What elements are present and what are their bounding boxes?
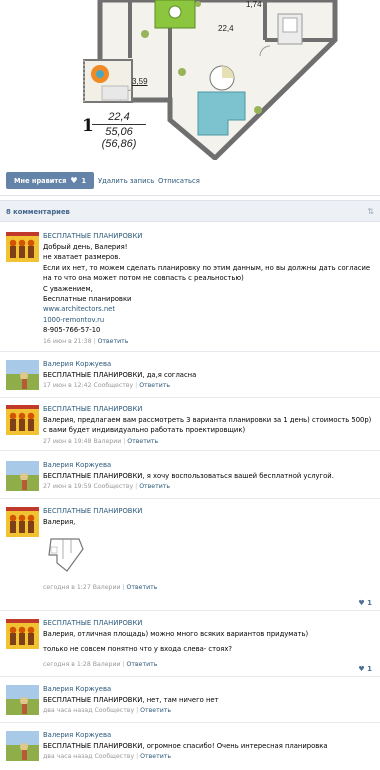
reply-link[interactable]: Ответить bbox=[140, 707, 171, 714]
comment-author[interactable]: БЕСПЛАТНЫЕ ПЛАНИРОВКИ bbox=[43, 619, 372, 628]
comment-item: Валерия Коржуева БЕСПЛАТНЫЕ ПЛАНИРОВКИ, … bbox=[0, 360, 380, 398]
avatar[interactable] bbox=[6, 360, 39, 390]
phone-number: 8-905-766-57-10 bbox=[43, 326, 101, 335]
floor-plan-image: 22,4 3,59 1,74 1 22,4 55,06 (56,86) bbox=[0, 0, 380, 160]
comment-date[interactable]: сегодня в 1:28 Валерии bbox=[43, 661, 121, 668]
comment-meta: два часа назад Сообществу | Ответить bbox=[43, 753, 171, 761]
comment-body: БЕСПЛАТНЫЕ ПЛАНИРОВКИ Валерия, отличная … bbox=[43, 619, 372, 669]
website-link[interactable]: www.architectors.net bbox=[43, 304, 372, 314]
comment-date[interactable]: 17 июн в 12:42 Сообществу bbox=[43, 382, 133, 389]
comment-date[interactable]: 16 июн в 21:38 bbox=[43, 338, 92, 345]
reply-link[interactable]: Ответить bbox=[127, 438, 158, 445]
avatar[interactable] bbox=[6, 405, 39, 435]
comment-line: Если их нет, то можем сделать планировку… bbox=[43, 263, 371, 283]
comment-date[interactable]: два часа назад Сообществу bbox=[43, 753, 134, 760]
sort-icon[interactable]: ⇅ bbox=[367, 207, 374, 216]
apartment-areas: 22,4 55,06 (56,86) bbox=[92, 111, 146, 150]
comment-author[interactable]: БЕСПЛАТНЫЕ ПЛАНИРОВКИ bbox=[43, 405, 372, 414]
comment-body: БЕСПЛАТНЫЕ ПЛАНИРОВКИ Добрый день, Валер… bbox=[43, 232, 372, 346]
like-button[interactable]: Мне нравится ♥ 1 bbox=[6, 172, 95, 189]
comment-item: БЕСПЛАТНЫЕ ПЛАНИРОВКИ Добрый день, Валер… bbox=[0, 232, 380, 352]
comment-line: Добрый день, Валерия! bbox=[43, 243, 128, 251]
comment-meta: 17 июн в 12:42 Сообществу | Ответить bbox=[43, 382, 170, 390]
comment-date[interactable]: 27 июн в 19:59 Сообществу bbox=[43, 483, 133, 490]
comment-text: только не совсем понятно что у входа сле… bbox=[43, 645, 232, 654]
heart-icon: ♥ bbox=[358, 599, 365, 607]
comment-author[interactable]: БЕСПЛАТНЫЕ ПЛАНИРОВКИ bbox=[43, 232, 372, 241]
comment-text: БЕСПЛАТНЫЕ ПЛАНИРОВКИ, я хочу воспользов… bbox=[43, 472, 334, 480]
reply-link[interactable]: Ответить bbox=[139, 382, 170, 389]
comment-text: БЕСПЛАТНЫЕ ПЛАНИРОВКИ, огромное спасибо!… bbox=[43, 742, 328, 750]
reply-link[interactable]: Ответить bbox=[98, 338, 129, 345]
comment-line: Бесплатные планировки bbox=[43, 295, 132, 304]
comment-date[interactable]: сегодня в 1:27 Валерии bbox=[43, 584, 121, 591]
comment-like[interactable]: ♥ 1 bbox=[358, 599, 372, 607]
like-count: 1 bbox=[81, 176, 87, 185]
heart-icon: ♥ bbox=[358, 665, 365, 673]
avatar[interactable] bbox=[6, 619, 39, 649]
total-area: 55,06 bbox=[105, 126, 133, 138]
reply-link[interactable]: Ответить bbox=[139, 483, 170, 490]
comment-author[interactable]: Валерия Коржуева bbox=[43, 360, 372, 369]
website-link[interactable]: 1000-remontov.ru bbox=[43, 315, 372, 325]
comment-item: БЕСПЛАТНЫЕ ПЛАНИРОВКИ Валерия, предлагае… bbox=[0, 405, 380, 451]
comment-body: Валерия Коржуева БЕСПЛАТНЫЕ ПЛАНИРОВКИ, … bbox=[43, 461, 372, 491]
comment-text: БЕСПЛАТНЫЕ ПЛАНИРОВКИ, нет, там ничего н… bbox=[43, 696, 219, 704]
comment-line: не хватает размеров. bbox=[43, 253, 121, 262]
comment-body: Валерия Коржуева БЕСПЛАТНЫЕ ПЛАНИРОВКИ, … bbox=[43, 685, 372, 715]
comments-header: 8 комментариев ⇅ bbox=[0, 200, 380, 222]
room-area-label: 1,74 bbox=[246, 0, 262, 9]
comment-meta: 16 июн в 21:38 | Ответить bbox=[43, 337, 129, 345]
comment-author[interactable]: Валерия Коржуева bbox=[43, 685, 372, 694]
unsubscribe-link[interactable]: Отписаться bbox=[158, 177, 200, 185]
comment-author[interactable]: Валерия Коржуева bbox=[43, 731, 372, 740]
comment-item: БЕСПЛАТНЫЕ ПЛАНИРОВКИ Валерия, отличная … bbox=[0, 619, 380, 677]
comment-text: Добрый день, Валерия! не хватает размеро… bbox=[43, 242, 372, 336]
comment-item: Валерия Коржуева БЕСПЛАТНЫЕ ПЛАНИРОВКИ, … bbox=[0, 461, 380, 499]
avatar[interactable] bbox=[6, 731, 39, 761]
comment-meta: 27 июн в 19:48 Валерии | Ответить bbox=[43, 437, 159, 445]
comment-body: Валерия Коржуева БЕСПЛАТНЫЕ ПЛАНИРОВКИ, … bbox=[43, 731, 372, 761]
reply-link[interactable]: Ответить bbox=[127, 584, 158, 591]
comment-like-count: 1 bbox=[367, 665, 372, 673]
comment-line: С уважением, bbox=[43, 284, 93, 293]
avatar[interactable] bbox=[6, 685, 39, 715]
comment-author[interactable]: Валерия Коржуева bbox=[43, 461, 372, 470]
comment-item: Валерия Коржуева БЕСПЛАТНЫЕ ПЛАНИРОВКИ, … bbox=[0, 685, 380, 723]
comment-body: Валерия Коржуева БЕСПЛАТНЫЕ ПЛАНИРОВКИ, … bbox=[43, 360, 372, 390]
full-area: (56,86) bbox=[101, 138, 137, 150]
comment-meta: два часа назад Сообществу | Ответить bbox=[43, 707, 171, 715]
comment-text: Валерия, отличная площадь) можно много в… bbox=[43, 630, 309, 638]
room-area-label: 22,4 bbox=[218, 24, 234, 33]
post-actions-bar: Мне нравится ♥ 1 Удалить запись Отписать… bbox=[0, 166, 380, 196]
comment-author[interactable]: БЕСПЛАТНЫЕ ПЛАНИРОВКИ bbox=[43, 507, 372, 516]
attached-plan-thumbnail[interactable] bbox=[43, 533, 91, 578]
comment-like[interactable]: ♥ 1 bbox=[358, 665, 372, 673]
avatar[interactable] bbox=[6, 461, 39, 491]
comment-date[interactable]: 27 июн в 19:48 Валерии bbox=[43, 438, 121, 445]
comment-text: Валерия, bbox=[43, 518, 76, 526]
comment-text: БЕСПЛАТНЫЕ ПЛАНИРОВКИ, да,я согласна bbox=[43, 371, 197, 379]
avatar[interactable] bbox=[6, 507, 39, 537]
delete-post-link[interactable]: Удалить запись bbox=[98, 177, 154, 185]
reply-link[interactable]: Ответить bbox=[127, 661, 158, 668]
comment-body: БЕСПЛАТНЫЕ ПЛАНИРОВКИ Валерия, предлагае… bbox=[43, 405, 372, 446]
comment-body: БЕСПЛАТНЫЕ ПЛАНИРОВКИ Валерия, сегодня в… bbox=[43, 507, 372, 592]
reply-link[interactable]: Ответить bbox=[140, 753, 171, 760]
comment-meta: сегодня в 1:28 Валерии | Ответить bbox=[43, 660, 158, 668]
room-area-label: 3,59 bbox=[132, 77, 148, 86]
heart-icon: ♥ bbox=[70, 176, 78, 185]
comment-date[interactable]: два часа назад Сообществу bbox=[43, 707, 134, 714]
avatar[interactable] bbox=[6, 232, 39, 262]
comment-like-count: 1 bbox=[367, 599, 372, 607]
comments-count: 8 комментариев bbox=[6, 208, 70, 216]
living-area: 22,4 bbox=[92, 111, 146, 125]
comment-text: Валерия, предлагаем вам рассмотреть 3 ва… bbox=[43, 416, 372, 435]
comment-item: БЕСПЛАТНЫЕ ПЛАНИРОВКИ Валерия, сегодня в… bbox=[0, 507, 380, 611]
floor-plan-drawing bbox=[83, 0, 338, 160]
comment-meta: 27 июн в 19:59 Сообществу | Ответить bbox=[43, 483, 170, 491]
comment-meta: сегодня в 1:27 Валерии | Ответить bbox=[43, 584, 158, 592]
like-label: Мне нравится bbox=[14, 176, 67, 185]
comment-item: Валерия Коржуева БЕСПЛАТНЫЕ ПЛАНИРОВКИ, … bbox=[0, 731, 380, 769]
